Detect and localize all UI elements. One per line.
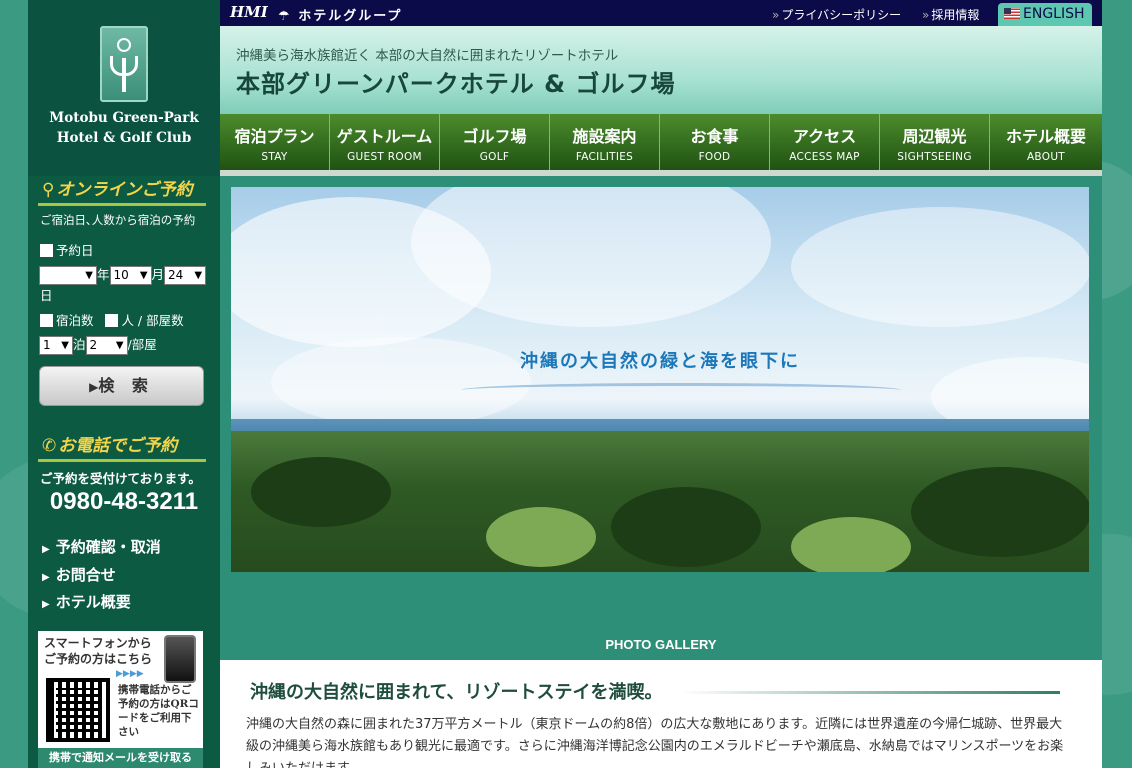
mobile-mail-bar[interactable]: 携帯で通知メールを受け取る [38,748,203,768]
mobile-reservation-banner[interactable]: スマートフォンからご予約の方はこちら ▶▶▶▶ 携帯電話からご予約の方はQRコー… [38,631,203,768]
hotel-name[interactable]: 本部グリーンパークホテル & ゴルフ場 [236,64,675,99]
nights-people-options: 宿泊数 人 / 部屋数 [40,310,184,329]
site-header: 沖縄美ら海水族館近く 本部の大自然に囲まれたリゾートホテル 本部グリーンパークホ… [220,26,1102,114]
privacy-policy-link[interactable]: » プライバシーポリシー [772,6,901,23]
online-reservation-subtitle: ご宿泊日､人数から宿泊の予約 [40,213,196,227]
nav-about[interactable]: ホテル概要 ABOUT [990,114,1102,170]
people-checkbox[interactable] [105,314,119,327]
logo-emblem-icon [100,26,148,102]
nav-golf[interactable]: ゴルフ場 GOLF [440,114,550,170]
chevron-right-icon: ▶ [42,599,50,610]
date-option[interactable]: 予約日 [40,240,94,259]
heading-rule [680,691,1060,694]
hero-area: 沖縄の大自然の緑と海を眼下に [220,176,1102,660]
nav-guest-room[interactable]: ゲストルーム GUEST ROOM [330,114,440,170]
arrows-icon: ▶▶▶▶ [116,669,144,679]
qr-code-icon [46,678,110,742]
nav-facilities[interactable]: 施設案内 FACILITIES [550,114,660,170]
chevron-right-icon: ▶ [42,572,50,583]
chevron-right-icon: ▶ [42,544,50,555]
date-selects: ▼ 年 10 ▼ 月 24 ▼ [39,264,207,285]
hero-swoosh [461,383,901,397]
double-chevron-icon: » [922,8,930,22]
nights-checkbox[interactable] [40,314,53,327]
search-icon: ⚲ [42,180,55,200]
phone-reservation-title: ✆ お電話でご予約 [38,434,206,462]
hero-image[interactable]: 沖縄の大自然の緑と海を眼下に [231,187,1089,572]
recruit-link[interactable]: » 採用情報 [922,6,979,23]
sidebar: Motobu Green-Park Hotel & Golf Club ⚲ オンラ… [28,0,220,768]
main-nav: 宿泊プラン STAY ゲストルーム GUEST ROOM ゴルフ場 GOLF 施設案内… [220,114,1102,170]
nav-food[interactable]: お食事 FOOD [660,114,770,170]
mobile-headline: スマートフォンからご予約の方はこちら [44,636,153,666]
online-reservation-title: ⚲ オンラインご予約 [38,178,206,206]
date-checkbox[interactable] [40,244,53,257]
qr-instructions: 携帯電話からご予約の方はQRコードをご利用下さい [118,684,199,738]
nights-select[interactable]: 1 ▼ [39,336,73,355]
intro-heading: 沖縄の大自然に囲まれて、リゾートステイを満喫。 [250,682,663,703]
intro-section: 沖縄の大自然に囲まれて、リゾートステイを満喫。 沖縄の大自然の森に囲まれた37万… [220,660,1102,768]
logo-line-2: Hotel & Golf Club [56,130,192,146]
month-select[interactable]: 10 ▼ [109,266,152,285]
date-label: 予約日 [56,243,94,258]
people-select[interactable]: 2 ▼ [85,336,128,355]
top-bar: HMI ☂ ホテルグループ » プライバシーポリシー » 採用情報 ENGLISH [220,0,1102,26]
year-select[interactable]: ▼ [39,266,97,285]
smartphone-icon [164,635,196,683]
year-suffix: 年 [97,267,110,282]
hotel-logo[interactable]: Motobu Green-Park Hotel & Golf Club [28,0,220,176]
double-chevron-icon: » [772,8,780,22]
hero-copy: 沖縄の大自然の緑と海を眼下に [520,351,800,372]
search-button[interactable]: ▶検 索 [39,366,204,406]
people-label: 人 / 部屋数 [121,313,184,328]
nav-access[interactable]: アクセス ACCESS MAP [770,114,880,170]
play-arrow-icon: ▶ [89,380,99,394]
sidebar-link-reservation-check[interactable]: ▶ 予約確認・取消 [42,536,161,557]
sidebar-link-contact[interactable]: ▶ お問合せ [42,564,116,585]
intro-body: 沖縄の大自然の森に囲まれた37万平方メートル（東京ドームの約8倍）の広大な敷地に… [246,717,1064,768]
month-suffix: 月 [151,267,165,282]
logo-text: Motobu Green-Park Hotel & Golf Club [28,108,220,148]
hotel-group-label: ☂ ホテルグループ [278,9,403,24]
english-tab[interactable]: ENGLISH [998,3,1092,26]
header-tagline: 沖縄美ら海水族館近く 本部の大自然に囲まれたリゾートホテル [236,48,619,64]
umbrella-icon: ☂ [278,9,292,24]
day-select[interactable]: 24 ▼ [164,266,207,285]
nights-people-selects: 1 ▼ 泊 2 ▼/部屋 [39,334,157,355]
us-flag-icon [1004,8,1020,19]
phone-icon: ✆ [42,436,57,456]
nights-label: 宿泊数 [56,313,94,328]
logo-line-1: Motobu Green-Park [49,110,199,126]
sidebar-link-hotel-about[interactable]: ▶ ホテル概要 [42,591,131,612]
nav-sightseeing[interactable]: 周辺観光 SIGHTSEEING [880,114,990,170]
nights-suffix: 泊 [73,337,86,352]
photo-gallery-link[interactable]: PHOTO GALLERY [220,637,1102,652]
day-suffix: 日 [40,288,53,303]
hmi-brand[interactable]: HMI [230,3,268,21]
nav-stay[interactable]: 宿泊プラン STAY [220,114,330,170]
phone-number[interactable]: 0980-48-3211 [28,488,220,516]
people-suffix: /部屋 [127,337,157,352]
phone-subtitle: ご予約を受付けております。 [40,471,201,486]
main: HMI ☂ ホテルグループ » プライバシーポリシー » 採用情報 ENGLISH … [220,0,1102,768]
